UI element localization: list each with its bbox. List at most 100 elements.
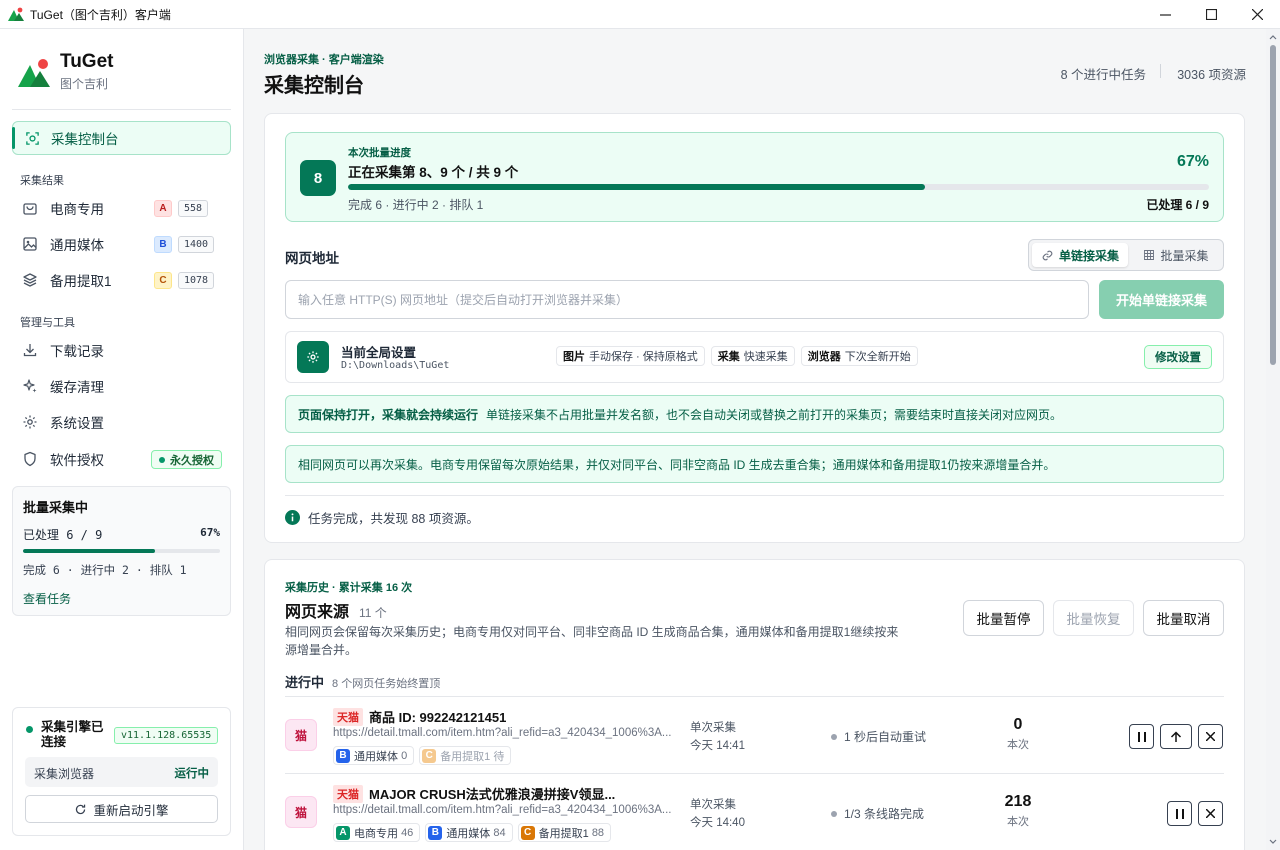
row-url[interactable]: https://detail.tmall.com/item.htm?ali_re… xyxy=(333,804,679,816)
in-progress-header: 进行中 8 个网页任务始终置顶 xyxy=(285,672,440,691)
batch-status: 完成 6 · 进行中 2 · 排队 1 xyxy=(23,563,187,577)
download-icon xyxy=(23,344,37,357)
pause-button[interactable] xyxy=(1129,724,1154,749)
platform-icon: 猫 xyxy=(285,719,317,751)
settings-tag-browser: 浏览器 下次全新开始 xyxy=(800,346,918,366)
close-icon xyxy=(1251,9,1263,20)
nav-item-media[interactable]: 通用媒体 B 1400 xyxy=(22,229,222,259)
batch-pause-button[interactable]: 批量暂停 xyxy=(963,600,1044,636)
divider xyxy=(1160,64,1161,78)
row-url[interactable]: https://detail.tmall.com/item.htm?ali_re… xyxy=(333,727,679,739)
result-tag: A 电商专用 46 xyxy=(333,823,421,842)
grid-icon xyxy=(1144,250,1155,260)
notice-recollect: 相同网页可以再次采集。电商专用保留每次原始结果，并仅对同平台、同非空商品 ID … xyxy=(285,445,1224,483)
batch-cancel-button[interactable]: 批量取消 xyxy=(1143,600,1224,636)
letter-badge: C xyxy=(154,271,172,289)
row-time: 今天 14:41 xyxy=(690,740,745,752)
letter-badge: A xyxy=(154,199,172,217)
image-icon xyxy=(23,237,37,251)
maximize-button[interactable] xyxy=(1188,0,1234,29)
table-row[interactable]: 猫 天猫 商品 ID: 992242121451 https://detail.… xyxy=(285,696,1224,773)
section-title: 进行中 xyxy=(285,675,325,690)
nav-item-cache[interactable]: 缓存清理 xyxy=(22,371,222,401)
title-bar: TuGet（图个吉利）客户端 xyxy=(0,0,1280,29)
section-label-tools: 管理与工具 xyxy=(20,317,75,329)
row-mode: 单次采集 xyxy=(690,799,736,811)
batch-resume-button[interactable]: 批量恢复 xyxy=(1053,600,1134,636)
history-description: 相同网页会保留每次采集历史；电商专用仅对同平台、同非空商品 ID 生成商品合集，… xyxy=(285,625,899,657)
browser-status: 运行中 xyxy=(174,768,210,780)
edit-settings-button[interactable]: 修改设置 xyxy=(1144,345,1212,369)
nav-item-ecommerce[interactable]: 电商专用 A 558 xyxy=(22,193,222,223)
nav-item-label: 软件授权 xyxy=(50,453,104,468)
mode-switch: 单链接采集 批量采集 xyxy=(1028,239,1224,271)
brand-name: TuGet xyxy=(60,51,114,72)
settings-gear-icon xyxy=(297,341,329,373)
section-note: 8 个网页任务始终置顶 xyxy=(332,678,441,690)
bag-icon xyxy=(23,203,37,215)
batch-progress-fill xyxy=(23,549,155,553)
notice-bold: 页面保持打开，采集就会持续运行 xyxy=(298,407,479,422)
refresh-icon xyxy=(76,804,86,814)
row-state: 1 秒后自动重试 xyxy=(844,730,927,744)
minimize-button[interactable] xyxy=(1142,0,1188,29)
move-top-button[interactable] xyxy=(1160,724,1192,749)
scrollbar[interactable] xyxy=(1266,29,1280,850)
scrollbar-thumb[interactable] xyxy=(1270,45,1276,365)
batch-card-title: 批量采集中 xyxy=(23,500,89,515)
maximize-icon xyxy=(1205,9,1217,20)
active-task-count: 8 个进行中任务 xyxy=(1060,68,1146,82)
restart-label: 重新启动引擎 xyxy=(93,803,169,818)
license-badge: 永久授权 xyxy=(151,450,222,469)
batch-status-card: 批量采集中 已处理 6 / 9 67% 完成 6 · 进行中 2 · 排队 1 … xyxy=(12,486,231,616)
platform-tag: 天猫 xyxy=(333,707,363,726)
nav-item-backup[interactable]: 备用提取1 C 1078 xyxy=(22,265,222,295)
close-window-button[interactable] xyxy=(1234,0,1280,29)
table-row[interactable]: 猫 天猫 MAJOR CRUSH法式优雅浪漫拼接V领显... https://d… xyxy=(285,773,1224,850)
tab-single-link[interactable]: 单链接采集 xyxy=(1032,243,1128,267)
nav-item-label: 下载记录 xyxy=(50,344,104,359)
count-badge: 558 xyxy=(178,199,209,217)
notice-text: 单链接采集不占用批量并发名额，也不会自动关闭或替换之前打开的采集页；需要结束时直… xyxy=(486,407,1063,422)
row-title: 商品 ID: 992242121451 xyxy=(369,710,507,725)
result-tag: B 通用媒体 84 xyxy=(425,823,513,842)
row-count: 0 xyxy=(1013,716,1023,733)
pause-icon xyxy=(1137,731,1146,742)
nav-item-console[interactable]: 采集控制台 xyxy=(12,121,231,155)
page-title: 采集控制台 xyxy=(264,75,364,97)
info-icon xyxy=(285,510,300,525)
settings-tags: 图片 手动保存 · 保持原格式 采集 快速采集 浏览器 下次全新开始 xyxy=(556,346,924,366)
restart-engine-button[interactable]: 重新启动引擎 xyxy=(25,795,218,823)
history-card: 采集历史 · 累计采集 16 次 网页来源 11 个 相同网页会保留每次采集历史… xyxy=(264,559,1245,850)
start-collect-button[interactable]: 开始单链接采集 xyxy=(1099,280,1224,319)
cancel-button[interactable] xyxy=(1198,724,1223,749)
row-time: 今天 14:40 xyxy=(690,817,745,829)
batch-progress-bar xyxy=(23,549,220,553)
app-logo-icon xyxy=(8,7,24,21)
section-label-results: 采集结果 xyxy=(20,175,64,187)
nav-item-downloads[interactable]: 下载记录 xyxy=(22,335,222,365)
state-dot xyxy=(831,733,837,740)
tab-batch[interactable]: 批量采集 xyxy=(1131,243,1221,267)
view-tasks-link[interactable]: 查看任务 xyxy=(23,590,220,607)
row-tags: B 通用媒体 0 C 备用提取1 待 xyxy=(333,746,516,765)
cancel-button[interactable] xyxy=(1198,801,1223,826)
row-state: 1/3 条线路完成 xyxy=(844,807,925,821)
row-tags: A 电商专用 46 B 通用媒体 84 C 备用提取1 88 xyxy=(333,823,616,842)
pause-button[interactable] xyxy=(1167,801,1192,826)
row-mode: 单次采集 xyxy=(690,722,736,734)
nav-item-settings[interactable]: 系统设置 xyxy=(22,407,222,437)
scroll-down-icon xyxy=(1269,839,1277,844)
row-count-label: 本次 xyxy=(1007,816,1029,828)
minimize-icon xyxy=(1159,14,1171,16)
resource-count: 3036 项资源 xyxy=(1177,68,1246,82)
url-label: 网页地址 xyxy=(285,251,339,266)
url-input[interactable]: 输入任意 HTTP(S) 网页地址（提交后自动打开浏览器并采集） xyxy=(285,280,1089,319)
scroll-up-icon xyxy=(1269,35,1277,40)
target-icon xyxy=(26,131,39,145)
global-settings-panel: 当前全局设置 D:\Downloads\TuGet 图片 手动保存 · 保持原格式… xyxy=(285,331,1224,383)
history-eyebrow: 采集历史 · 累计采集 16 次 xyxy=(285,582,413,594)
settings-tag-collect: 采集 快速采集 xyxy=(710,346,795,366)
batch-percent: 67% xyxy=(200,526,220,539)
nav-item-label: 电商专用 xyxy=(50,202,104,217)
